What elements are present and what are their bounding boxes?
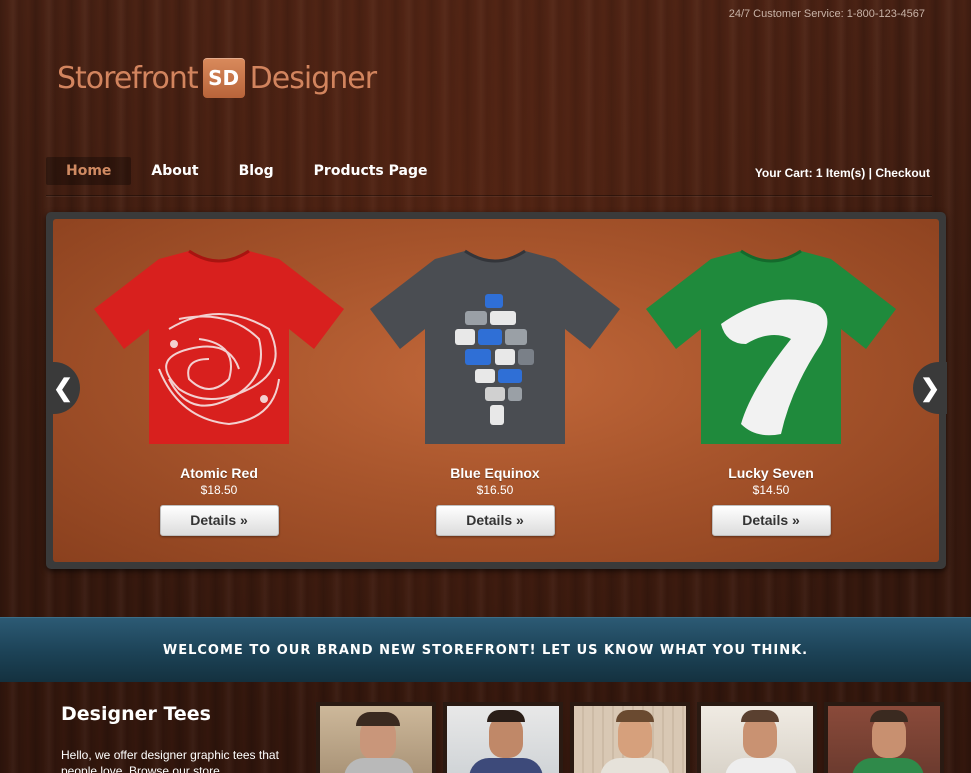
product-price: $16.50	[476, 483, 514, 497]
gallery-photo[interactable]	[570, 702, 690, 773]
about-title: Designer Tees	[61, 703, 211, 725]
site-logo[interactable]: Storefront SD Designer	[57, 58, 377, 98]
customer-service-text: 24/7 Customer Service: 1-800-123-4567	[728, 8, 925, 20]
gallery-photo[interactable]	[824, 702, 944, 773]
nav-divider	[46, 195, 932, 196]
photo-gallery	[316, 702, 944, 773]
logo-badge: SD	[202, 58, 245, 98]
product-card: Lucky Seven $14.50 Details »	[633, 249, 909, 536]
gallery-photo[interactable]	[697, 702, 817, 773]
product-price: $14.50	[752, 483, 790, 497]
welcome-banner: WELCOME TO OUR BRAND NEW STOREFRONT! LET…	[0, 617, 971, 682]
about-text: Hello, we offer designer graphic tees th…	[61, 748, 279, 773]
product-slider: Atomic Red $18.50 Details » Blue Equinox…	[46, 212, 946, 569]
about-section: Designer Tees Hello, we offer designer g…	[61, 703, 291, 773]
product-name: Atomic Red	[180, 465, 258, 481]
nav-item-products-page[interactable]: Products Page	[294, 157, 448, 185]
product-name: Blue Equinox	[450, 465, 540, 481]
tshirt-gray-image[interactable]	[365, 249, 625, 449]
details-button[interactable]: Details »	[435, 505, 555, 536]
nav-item-home[interactable]: Home	[46, 157, 132, 185]
details-button[interactable]: Details »	[159, 505, 279, 536]
nav-item-blog[interactable]: Blog	[219, 157, 294, 185]
main-nav: Home About Blog Products Page	[46, 157, 448, 185]
product-card: Atomic Red $18.50 Details »	[81, 249, 357, 536]
cart-separator: |	[865, 166, 876, 180]
product-card: Blue Equinox $16.50 Details »	[357, 249, 633, 536]
logo-word-right: Designer	[249, 60, 377, 96]
welcome-text: WELCOME TO OUR BRAND NEW STOREFRONT! LET…	[162, 642, 809, 658]
gallery-photo[interactable]	[443, 702, 563, 773]
product-name: Lucky Seven	[728, 465, 814, 481]
slider-stage: Atomic Red $18.50 Details » Blue Equinox…	[53, 219, 939, 562]
tshirt-red-image[interactable]	[89, 249, 349, 449]
gallery-photo[interactable]	[316, 702, 436, 773]
details-button[interactable]: Details »	[711, 505, 831, 536]
logo-word-left: Storefront	[57, 60, 199, 96]
cart-link[interactable]: Your Cart: 1 Item(s)	[755, 166, 865, 180]
tshirt-green-image[interactable]	[641, 249, 901, 449]
product-price: $18.50	[200, 483, 238, 497]
cart-summary: Your Cart: 1 Item(s) | Checkout	[755, 166, 930, 180]
nav-item-about[interactable]: About	[131, 157, 218, 185]
checkout-link[interactable]: Checkout	[875, 166, 930, 180]
